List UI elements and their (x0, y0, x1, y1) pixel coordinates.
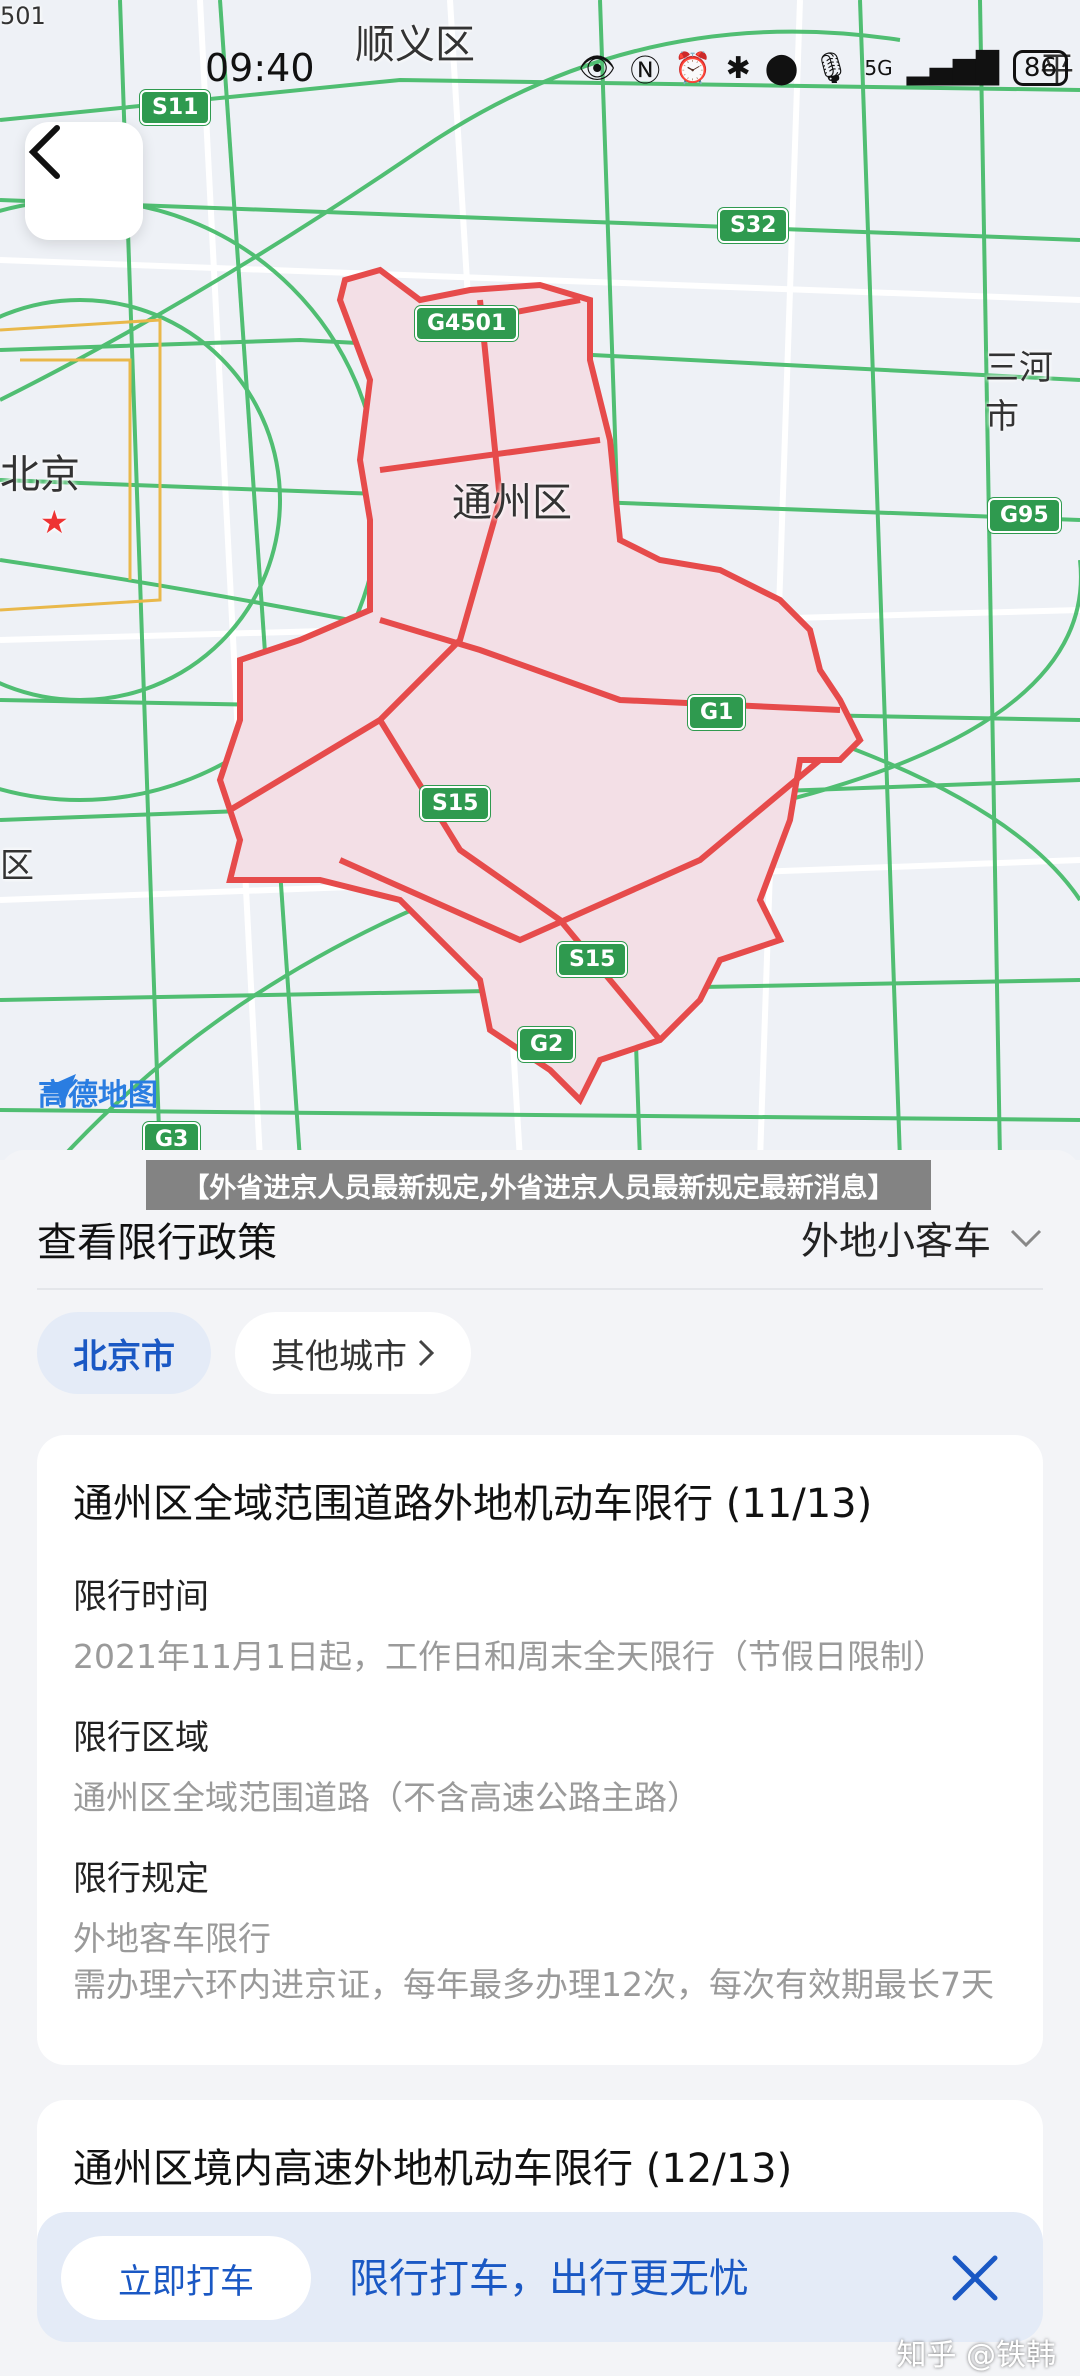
field-label-area: 限行区域 (73, 1718, 209, 1758)
network-label: 5G (864, 56, 893, 80)
status-bar: 09:40 👁 Ⓝ ⏰ ✱ ⬤ 🎙 5G ▂▄▆█ 86 (0, 40, 1080, 100)
taxi-promo-bar: 立即打车 限行打车，出行更无忧 (37, 2212, 1043, 2342)
map-label-beijing: 北京 (0, 452, 80, 498)
page: 顺义区 北京 ★ 通州区 三河市 区 平 501 S11 S32 G4501 G… (0, 0, 1080, 2376)
chip-other-cities[interactable]: 其他城市 (235, 1312, 471, 1394)
highway-shield: S15 (557, 942, 628, 977)
vehicle-type-select[interactable]: 外地小客车 (801, 1210, 1043, 1265)
back-button[interactable] (25, 122, 143, 240)
close-icon[interactable] (947, 2250, 1003, 2306)
highway-shield: S15 (420, 786, 491, 821)
battery-indicator: 86 (1012, 50, 1068, 86)
eye-icon: 👁 (578, 50, 617, 86)
policy-panel: 查看限行政策 外地小客车 北京市 其他城市 通州区全域范围道路外地机动车限行 (… (0, 1150, 1080, 2376)
amap-arrow-icon (40, 1074, 76, 1108)
map-label-edge-left: 区 (0, 846, 34, 886)
field-value-rule-line1: 外地客车限行 (73, 1919, 271, 1958)
field-value-area: 通州区全域范围道路（不含高速公路主路） (73, 1778, 700, 1817)
vehicle-type-label: 外地小客车 (800, 1219, 991, 1263)
mic-icon: 🎙 (812, 50, 851, 86)
capital-star-icon: ★ (40, 503, 69, 541)
card-title: 通州区境内高速外地机动车限行 (12/13) (73, 2146, 793, 2192)
map-label-edge-top: 501 (0, 2, 46, 30)
location-icon: ⬤ (764, 50, 799, 86)
highway-shield: G4501 (415, 306, 519, 341)
chip-label: 其他城市 (271, 1336, 407, 1377)
nfc-icon: Ⓝ (630, 54, 661, 89)
field-value-rule-line2: 需办理六环内进京证，每年最多办理12次，每次有效期最长7天 (73, 1965, 994, 2004)
status-icons: 👁 Ⓝ ⏰ ✱ ⬤ 🎙 5G ▂▄▆█ 86 (578, 46, 1068, 90)
restriction-card[interactable]: 通州区全域范围道路外地机动车限行 (11/13) 限行时间 2021年11月1日… (37, 1435, 1043, 2065)
field-label-time: 限行时间 (73, 1577, 209, 1617)
map-label-sanhe: 三河市 (985, 348, 1053, 437)
card-title: 通州区全域范围道路外地机动车限行 (11/13) (73, 1481, 873, 1527)
call-taxi-button[interactable]: 立即打车 (61, 2236, 311, 2320)
status-time: 09:40 (205, 46, 315, 90)
map[interactable]: 顺义区 北京 ★ 通州区 三河市 区 平 501 S11 S32 G4501 G… (0, 0, 1080, 1160)
amap-logo: 高德地图 (38, 1070, 158, 1114)
chevron-right-icon (418, 1339, 435, 1367)
chevron-left-icon (28, 125, 60, 179)
watermark: 知乎 @铁韩 (896, 2338, 1056, 2373)
highway-shield: S32 (718, 208, 789, 243)
chevron-down-icon (1010, 1229, 1042, 1247)
promo-text: 限行打车，出行更无忧 (349, 2256, 749, 2302)
highway-shield: G2 (518, 1027, 576, 1062)
panel-title: 查看限行政策 (37, 1220, 277, 1266)
map-canvas (0, 0, 1080, 1160)
highway-shield: G95 (988, 498, 1061, 533)
panel-header: 查看限行政策 外地小客车 (37, 1210, 1043, 1290)
chip-label: 北京市 (73, 1336, 175, 1377)
bluetooth-icon: ✱ (725, 50, 751, 86)
field-value-time: 2021年11月1日起，工作日和周末全天限行（节假日限制） (73, 1637, 946, 1676)
article-title-banner: 【外省进京人员最新规定,外省进京人员最新规定最新消息】 (146, 1160, 931, 1210)
map-label-tongzhou: 通州区 (452, 480, 572, 526)
highway-shield: G1 (688, 695, 746, 730)
city-chips: 北京市 其他城市 (37, 1312, 471, 1394)
alarm-icon: ⏰ (674, 50, 712, 86)
signal-icon: ▂▄▆█ (906, 50, 999, 86)
chip-beijing[interactable]: 北京市 (37, 1312, 211, 1394)
field-label-rule: 限行规定 (73, 1859, 209, 1899)
